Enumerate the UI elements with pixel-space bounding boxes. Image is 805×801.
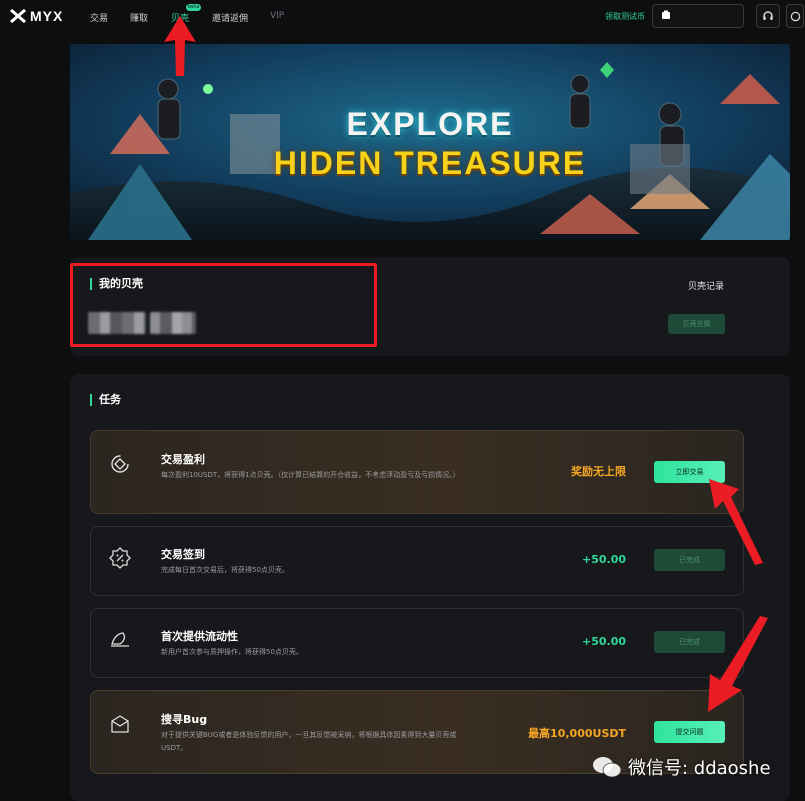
task-title: 搜寻Bug [161, 713, 208, 726]
logo-text: MYX [30, 8, 64, 24]
task-description: 新用户首次参与质押操作，将获得50点贝壳。 [161, 648, 303, 656]
banner-headline-line1: EXPLORE [346, 106, 514, 142]
annotation-highlight-box [70, 263, 377, 347]
annotation-arrow-up [164, 16, 196, 76]
banner-headline-line2: HIDEN TREASURE [273, 145, 587, 181]
annotation-arrow-downleft [708, 616, 768, 712]
task-title: 首次提供流动性 [161, 630, 238, 643]
task-first-liquidity: 首次提供流动性 新用户首次参与质押操作，将获得50点贝壳。 +50.00 已完成 [90, 608, 744, 678]
task-daily-checkin: 交易签到 完成每日首次交易后，将获得50点贝壳。 +50.00 已完成 [90, 526, 744, 596]
myx-logo[interactable]: MYX [10, 8, 63, 24]
wechat-icon [593, 757, 622, 778]
myx-logo-icon [10, 9, 26, 23]
nav-item-trade[interactable]: 交易 [90, 11, 108, 24]
bug-report-icon [111, 715, 129, 733]
shells-share-button[interactable]: 贝壳兑换 [668, 314, 725, 334]
task-title: 交易签到 [161, 548, 205, 561]
globe-icon [790, 11, 800, 21]
percent-badge-icon [109, 547, 131, 569]
nav-item-vip[interactable]: VIP [270, 11, 284, 21]
annotation-arrow-upleft [709, 479, 763, 565]
task-title: 交易盈利 [161, 453, 205, 466]
task-description: 每次盈利10USDT，将获得1点贝壳。（仅计算已结算的开仓收益，不考虑浮动盈亏及… [161, 471, 460, 479]
support-button[interactable] [756, 4, 780, 28]
wallet-address-field[interactable] [652, 4, 744, 28]
top-navigation-bar: MYX 交易 赚取 贝壳 beta 邀请返佣 VIP 领取测试币 [0, 0, 805, 34]
settings-button[interactable] [786, 4, 804, 28]
task-trade-profit: 交易盈利 每次盈利10USDT，将获得1点贝壳。（仅计算已结算的开仓收益，不考虑… [90, 430, 744, 514]
task-description: 完成每日首次交易后，将获得50点贝壳。 [161, 566, 289, 574]
wechat-watermark: 微信号: ddaoshe [592, 754, 771, 780]
shells-record-link[interactable]: 贝壳记录 [688, 279, 724, 292]
task-reward: +50.00 [581, 635, 626, 648]
tasks-card: 任务 交易盈利 每次盈利10USDT，将获得1点贝壳。（仅计算已结算的开仓收益，… [70, 374, 790, 801]
claim-test-tokens-link[interactable]: 领取测试币 [605, 11, 645, 22]
task-reward: +50.00 [581, 553, 626, 566]
wallet-icon [662, 10, 670, 19]
watermark-text: 微信号: ddaoshe [628, 758, 771, 779]
submit-issue-button[interactable]: 提交问题 [654, 721, 725, 743]
tasks-title: 任务 [90, 394, 121, 406]
beta-badge: beta [186, 4, 202, 11]
task-reward: 奖励无上限 [571, 465, 626, 478]
task-reward: 最高10,000USDT [528, 727, 626, 740]
liquidity-icon [111, 632, 129, 647]
nav-item-referral[interactable]: 邀请返佣 [212, 11, 248, 24]
nav-item-earn[interactable]: 赚取 [130, 11, 148, 24]
headset-icon [763, 11, 773, 20]
task-description: 对于提供关键BUG或者是体验反馈的用户，一旦其反馈被采纳，将根据具体因素得到大量… [161, 731, 457, 752]
trade-profit-icon [111, 455, 129, 473]
